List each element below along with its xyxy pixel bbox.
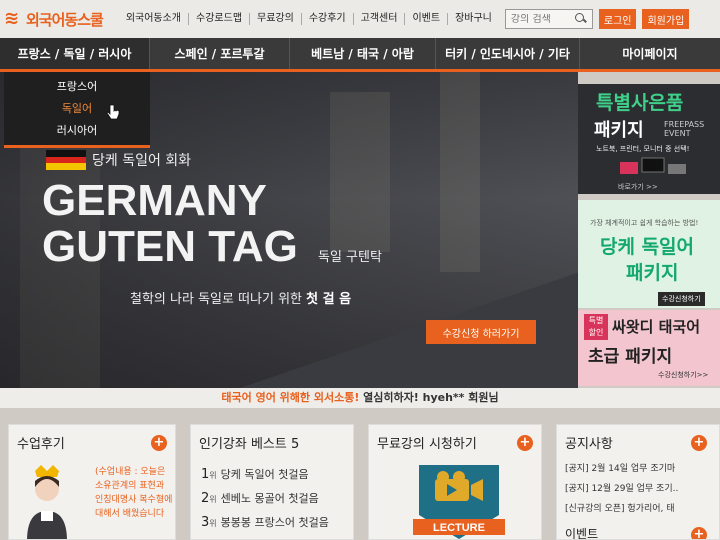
mainnav-french-german-russian[interactable]: 프랑스 / 독일 / 러시아 — [0, 38, 150, 69]
best-courses-panel: 인기강좌 베스트 5 1위 당케 독일어 첫걸음 2위 센베노 몽골어 첫걸음 3위… — [190, 424, 354, 540]
topnav-cart[interactable]: 장바구니 — [448, 13, 499, 25]
notice-panel: 공지사항 + [공지] 2월 14일 업무 조기마 [공지] 12월 29일 업… — [556, 424, 720, 540]
german-package-kicker: 가장 체계적이고 쉽게 학습하는 방법! — [590, 219, 699, 227]
search-input[interactable] — [510, 13, 571, 25]
topnav-roadmap[interactable]: 수강로드맵 — [189, 13, 251, 25]
devices-icon — [620, 157, 686, 174]
reviews-more-plus-icon[interactable]: + — [151, 435, 167, 451]
course-name: 센베노 몽골어 첫걸음 — [220, 492, 319, 505]
thai-package-apply-link[interactable]: 수강신청하기>> — [658, 370, 708, 380]
freepass-banner[interactable]: 특별사은품 패키지 FREEPASS EVENT 노트북, 프린터, 모니터 중 … — [578, 84, 720, 194]
best-courses-list: 1위 당케 독일어 첫걸음 2위 센베노 몽골어 첫걸음 3위 봉봉봉 프랑스어 첫걸… — [201, 463, 329, 535]
list-item[interactable]: [신규강의 오픈] 헝가리어, 태 — [565, 499, 678, 519]
list-item[interactable]: [공지] 2월 14일 업무 조기마 — [565, 459, 678, 479]
rank-suffix: 위 — [209, 495, 217, 504]
top-nav: 외국어동소개 수강로드맵 무료강의 수강후기 고객센터 이벤트 장바구니 — [119, 13, 499, 25]
search-box — [504, 9, 593, 29]
notice-title: 공지사항 — [565, 437, 613, 452]
search-icon[interactable] — [574, 13, 587, 25]
logo-text: 외국어동스쿨 — [26, 10, 104, 29]
mainnav-vietnam-thai-arabic[interactable]: 베트남 / 태국 / 아랍 — [290, 38, 436, 69]
rank-suffix: 위 — [209, 519, 217, 528]
review-excerpt[interactable]: (수업내용 : 오늘은 소유관계의 표현과 인칭대명사 복수형에 대해서 배웠습… — [95, 465, 173, 521]
rank-suffix: 위 — [209, 471, 217, 480]
topnav-free-lectures[interactable]: 무료강의 — [250, 13, 302, 25]
freepass-tag-2: EVENT — [664, 129, 691, 138]
list-item[interactable]: [공지] 12월 29일 업무 조기.. — [565, 479, 678, 499]
discount-badge-1: 특별 — [588, 316, 604, 325]
student-avatar — [27, 465, 67, 539]
mainnav-mypage[interactable]: 마이페이지 — [580, 38, 720, 69]
best-courses-title: 인기강좌 베스트 5 — [199, 437, 300, 452]
freepass-title: 특별사은품 — [596, 92, 684, 114]
login-button[interactable]: 로그인 — [598, 9, 637, 29]
hero-title-sub: 독일 구텐탁 — [318, 250, 382, 265]
hero-apply-button[interactable]: 수강신청 하러가기 — [426, 320, 536, 344]
course-name: 당케 독일어 첫걸음 — [220, 468, 309, 481]
lecture-video-icon[interactable]: LECTURE — [413, 465, 505, 540]
reviews-title: 수업후기 — [17, 437, 65, 452]
mainnav-turkish-indonesian-etc[interactable]: 터키 / 인도네시아 / 기타 — [436, 38, 580, 69]
notice-more-plus-icon[interactable]: + — [691, 435, 707, 451]
hero-kicker: 당케 독일어 회화 — [92, 153, 192, 169]
discount-badge: 특별할인 — [584, 314, 608, 340]
main-nav: 프랑스 / 독일 / 러시아 스페인 / 포르투갈 베트남 / 태국 / 아랍 … — [0, 38, 720, 72]
join-button[interactable]: 회원가입 — [642, 9, 690, 29]
freepass-more-link[interactable]: 바로가기 >> — [618, 182, 658, 192]
thai-package-title1: 싸왓디 태국어 — [612, 318, 701, 336]
thai-package-banner[interactable]: 특별할인 싸왓디 태국어 초급 패키지 수강신청하기>> — [578, 310, 720, 386]
dropdown-german[interactable]: 독일어 — [4, 98, 150, 120]
hero-title-line2: GUTEN TAG — [42, 222, 298, 271]
discount-badge-2: 할인 — [588, 328, 604, 337]
ticker-message: 열심히하자! hyeh** 회원님 — [359, 391, 499, 404]
ticker-highlight: 태국어 영어 위해한 외서소통! — [221, 391, 360, 404]
hero-title-line1: GERMANY — [42, 176, 267, 225]
freepass-tag-1: FREEPASS — [664, 120, 705, 129]
site-logo[interactable]: ≋ 외국어동스쿨 — [4, 8, 104, 30]
lecture-badge-text: LECTURE — [433, 522, 485, 534]
list-item[interactable]: 2위 센베노 몽골어 첫걸음 — [201, 487, 329, 511]
mainnav-spanish-portuguese[interactable]: 스페인 / 포르투갈 — [150, 38, 290, 69]
topnav-reviews[interactable]: 수강후기 — [302, 13, 354, 25]
dropdown-french[interactable]: 프랑스어 — [4, 76, 150, 98]
logo-icon: ≋ — [4, 8, 20, 29]
free-lecture-panel: 무료강의 시청하기 + LECTURE — [368, 424, 542, 540]
topnav-support[interactable]: 고객센터 — [354, 13, 406, 25]
hero-desc-text: 철학의 나라 독일로 떠나기 위한 — [130, 292, 307, 307]
hero-desc-bold: 첫 걸 음 — [306, 292, 352, 307]
dropdown-russian[interactable]: 러시아어 — [4, 120, 150, 142]
topnav-events[interactable]: 이벤트 — [405, 13, 449, 25]
topnav-about[interactable]: 외국어동소개 — [119, 13, 190, 25]
thai-package-title2: 초급 패키지 — [588, 347, 673, 367]
german-package-title2: 패키지 — [626, 262, 679, 284]
notice-list: [공지] 2월 14일 업무 조기마 [공지] 12월 29일 업무 조기.. … — [565, 459, 678, 519]
germany-flag-icon — [46, 150, 86, 170]
free-lecture-title: 무료강의 시청하기 — [377, 437, 477, 452]
free-lecture-more-plus-icon[interactable]: + — [517, 435, 533, 451]
hand-cursor-icon — [106, 104, 120, 120]
german-package-apply-button[interactable]: 수강신청하기 — [658, 292, 705, 306]
german-package-title1: 당케 독일어 — [600, 236, 695, 258]
list-item[interactable]: 3위 봉봉봉 프랑스어 첫걸음 — [201, 511, 329, 535]
list-item[interactable]: 1위 당케 독일어 첫걸음 — [201, 463, 329, 487]
freepass-tag: FREEPASS EVENT — [664, 120, 704, 138]
news-ticker: 태국어 영어 위해한 외서소통! 열심히하자! hyeh** 회원님 — [0, 388, 720, 408]
reviews-panel: 수업후기 + (수업내용 : 오늘은 소유관계의 표현과 인칭대명사 복수형에 … — [8, 424, 176, 540]
freepass-subtitle: 패키지 — [594, 120, 644, 141]
event-title: 이벤트 — [565, 527, 599, 540]
hero-description: 철학의 나라 독일로 떠나기 위한 첫 걸 음 — [130, 288, 351, 307]
event-more-plus-icon[interactable]: + — [691, 527, 707, 539]
top-header: ≋ 외국어동스쿨 외국어동소개 수강로드맵 무료강의 수강후기 고객센터 이벤트… — [0, 0, 720, 38]
german-package-banner[interactable]: 가장 체계적이고 쉽게 학습하는 방법! 당케 독일어 패키지 수강신청하기 — [578, 200, 720, 308]
course-name: 봉봉봉 프랑스어 첫걸음 — [220, 516, 329, 529]
freepass-desc: 노트북, 프린터, 모니터 중 선택! — [596, 145, 690, 153]
language-dropdown: 프랑스어 독일어 러시아어 — [4, 72, 150, 148]
